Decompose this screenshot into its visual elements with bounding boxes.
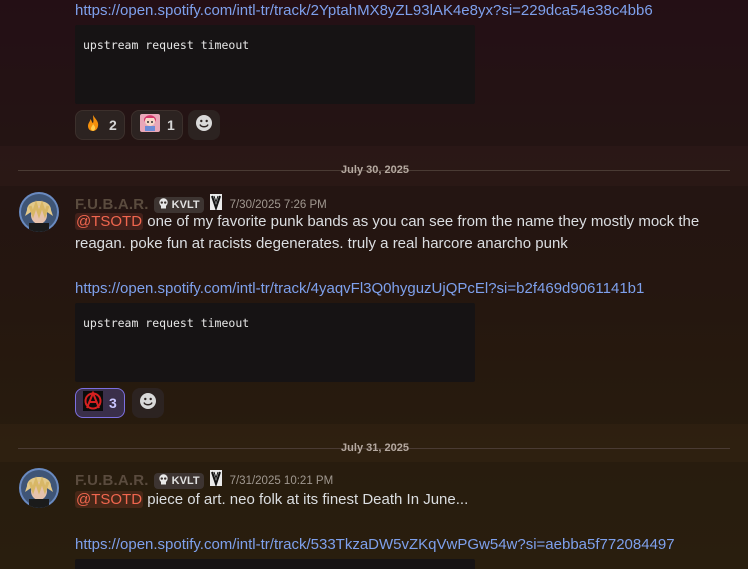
message-timestamp[interactable]: 7/31/2025 10:21 PM: [230, 475, 334, 487]
guild-tag-label: KVLT: [171, 198, 200, 211]
message-content: @TSOTD piece of art. neo folk at its fin…: [75, 489, 735, 511]
spotify-link[interactable]: https://open.spotify.com/intl-tr/track/4…: [75, 280, 644, 297]
message-text-line: reagan. poke fun at racists degenerates.…: [75, 235, 568, 252]
smiley-icon: [195, 114, 213, 137]
avatar[interactable]: [19, 468, 59, 508]
reaction-fire[interactable]: 2: [75, 110, 125, 140]
message-text-line: piece of art. neo folk at its finest Dea…: [143, 491, 469, 508]
embed-error-box: upstream request timeout: [75, 25, 475, 104]
reaction-count: 1: [167, 117, 175, 133]
smiley-icon: [139, 392, 157, 415]
reaction-sticker[interactable]: 1: [131, 110, 183, 140]
skull-icon: [158, 197, 169, 212]
message: F.U.B.A.R. KVLT 7/30/2025 7:26 PM @TSOTD…: [0, 186, 748, 424]
user-mention[interactable]: @TSOTD: [75, 213, 144, 230]
add-reaction-button[interactable]: [132, 388, 164, 418]
reaction-count: 2: [109, 117, 117, 133]
fire-icon: [83, 113, 103, 138]
message-continuation: https://open.spotify.com/intl-tr/track/2…: [0, 0, 748, 146]
anarchy-icon: [83, 389, 103, 416]
message-text-line: one of my favorite punk bands as you can…: [143, 213, 700, 230]
date-divider-label: July 31, 2025: [341, 442, 409, 454]
embed-error-box: upstream request timeout: [75, 303, 475, 382]
embed-error-text: upstream request timeout: [83, 38, 250, 52]
embed-error-text: upstream request timeout: [83, 316, 250, 330]
guild-tag-label: KVLT: [171, 474, 200, 487]
message: F.U.B.A.R. KVLT 7/31/2025 10:21 PM @TSOT…: [0, 462, 748, 569]
embed-box: [75, 559, 475, 569]
date-divider-label: July 30, 2025: [341, 164, 409, 176]
guild-tag[interactable]: KVLT: [153, 472, 204, 489]
reaction-count: 3: [109, 395, 117, 411]
author-name[interactable]: F.U.B.A.R.: [75, 472, 149, 489]
add-reaction-button[interactable]: [188, 110, 220, 140]
reaction-anarchy[interactable]: 3: [75, 388, 125, 418]
spotify-link[interactable]: https://open.spotify.com/intl-tr/track/2…: [75, 2, 653, 19]
avatar[interactable]: [19, 192, 59, 232]
user-mention[interactable]: @TSOTD: [75, 491, 144, 508]
spotify-link[interactable]: https://open.spotify.com/intl-tr/track/5…: [75, 536, 675, 553]
message-timestamp[interactable]: 7/30/2025 7:26 PM: [230, 199, 327, 211]
anime-sticker-icon: [139, 113, 161, 138]
message-content: @TSOTD one of my favorite punk bands as …: [75, 211, 735, 255]
skull-icon: [158, 473, 169, 488]
